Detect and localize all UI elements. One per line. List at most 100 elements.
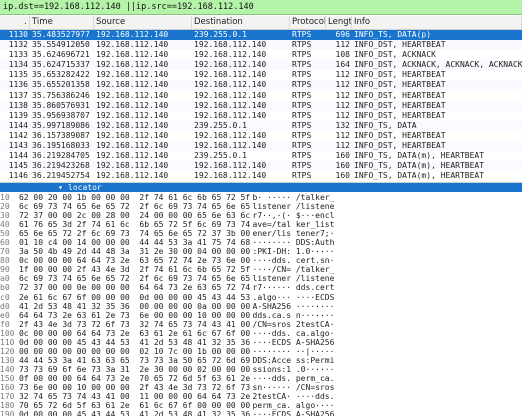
column-header-protocol[interactable]: Protocol — [290, 16, 326, 29]
hex-offset[interactable]: 30 — [0, 211, 15, 220]
column-header-destination[interactable]: Destination — [192, 16, 290, 29]
hex-bytes[interactable]: 73 6e 00 00 10 00 00 00 2f 43 4e 3d 73 7… — [15, 383, 251, 392]
packet-row[interactable]: 1137 35.756386246 192.168.112.140 192.168.1… — [0, 91, 522, 101]
hex-offset[interactable]: 190 — [0, 410, 15, 416]
hex-ascii[interactable]: r7······ dds.cert — [251, 283, 522, 292]
hex-offset[interactable]: 150 — [0, 374, 15, 383]
hex-bytes[interactable]: 0c 00 00 00 64 64 73 2e 63 65 72 74 2e 7… — [15, 256, 251, 265]
hex-ascii[interactable]: ····dds. perm_ca. — [251, 374, 522, 383]
hex-offset[interactable]: 50 — [0, 229, 15, 238]
packet-row[interactable]: 1133 35.624696721 192.168.112.140 192.168.1… — [0, 50, 522, 60]
column-header-length[interactable]: Length — [326, 16, 352, 29]
hex-ascii[interactable]: ave=/tal ker_list — [251, 220, 522, 229]
hex-bytes[interactable]: 1f 00 00 00 2f 43 4e 3d 2f 74 61 6c 6b 6… — [15, 265, 251, 274]
packet-row[interactable]: 1132 35.554912050 192.168.112.140 192.168.1… — [0, 40, 522, 51]
packet-detail-selected-row[interactable]: ▾ locator — [0, 183, 522, 192]
column-header-info[interactable]: Info — [352, 16, 522, 29]
hex-bytes[interactable]: 64 64 73 2e 63 61 2e 73 6e 00 00 00 10 0… — [15, 311, 251, 320]
packet-row[interactable]: 1146 36.219452754 192.168.112.140 192.168.1… — [0, 171, 522, 181]
hex-ascii[interactable]: ssions:1 .0······ — [251, 365, 522, 374]
hex-offset[interactable]: 90 — [0, 265, 15, 274]
hex-offset[interactable]: 180 — [0, 401, 15, 410]
display-filter-bar[interactable] — [0, 0, 522, 15]
hex-ascii[interactable]: listener /listene — [251, 202, 522, 211]
packet-row[interactable]: 1142 36.157389087 192.168.112.140 192.168.1… — [0, 131, 522, 141]
hex-ascii[interactable]: :PKI-DH: 1.0····· — [251, 247, 522, 256]
hex-ascii[interactable]: DDS:Acce ss:Permi — [251, 356, 522, 365]
packet-row[interactable]: 1144 36.219284705 192.168.112.140 239.255.0… — [0, 151, 522, 161]
packet-row[interactable]: 1143 36.195168033 192.168.112.140 192.168.1… — [0, 141, 522, 152]
hex-bytes[interactable]: 6c 69 73 74 65 6e 65 72 2f 6c 69 73 74 6… — [15, 202, 251, 211]
hex-bytes[interactable]: 01 10 c4 00 14 00 00 00 44 44 53 3a 41 7… — [15, 238, 251, 247]
display-filter-input[interactable] — [0, 0, 503, 14]
hex-bytes[interactable]: 6c 69 73 74 65 6e 65 72 2f 6c 69 73 74 6… — [15, 274, 251, 283]
hex-bytes[interactable]: 70 65 72 6d 5f 63 61 2e 61 6c 67 6f 00 0… — [15, 401, 251, 410]
hex-bytes[interactable]: 2e 61 6c 67 6f 00 00 00 0d 00 00 00 45 4… — [15, 293, 251, 302]
hex-ascii[interactable]: 2testCA· ····dds. — [251, 392, 522, 401]
hex-offset[interactable]: 130 — [0, 356, 15, 365]
hex-bytes[interactable]: 0d 00 00 00 45 43 44 53 41 2d 53 48 41 3… — [15, 338, 251, 347]
hex-bytes[interactable]: 61 76 65 3d 2f 74 61 6c 6b 65 72 5f 6c 6… — [15, 220, 251, 229]
expand-arrow-icon[interactable]: ▾ — [58, 183, 63, 192]
hex-offset[interactable]: 80 — [0, 256, 15, 265]
hex-bytes[interactable]: 72 37 00 00 0e 00 00 00 64 64 73 2e 63 6… — [15, 283, 251, 292]
hex-offset[interactable]: 120 — [0, 347, 15, 356]
column-header-no[interactable]: . — [0, 16, 30, 29]
hex-ascii[interactable]: b· ····· /talker_ — [251, 193, 522, 202]
hex-ascii[interactable]: sn······ /CN=sros — [251, 383, 522, 392]
packet-row[interactable]: 1138 35.860576931 192.168.112.140 192.168.1… — [0, 100, 522, 111]
hex-bytes[interactable]: 62 00 20 00 1b 00 00 00 2f 74 61 6c 6b 6… — [15, 193, 251, 202]
hex-offset[interactable]: e0 — [0, 311, 15, 320]
hex-bytes[interactable]: 72 37 00 00 2c 00 28 00 24 00 00 00 65 6… — [15, 211, 251, 220]
hex-offset[interactable]: 140 — [0, 365, 15, 374]
packet-list[interactable]: . Time Source Destination Protocol Lengt… — [0, 16, 522, 182]
hex-bytes[interactable]: 73 73 69 6f 6e 73 3a 31 2e 30 00 00 02 0… — [15, 365, 251, 374]
hex-offset[interactable]: 170 — [0, 392, 15, 401]
hex-ascii[interactable]: A-SHA256 ········ — [251, 302, 522, 311]
packet-row[interactable]: 1135 35.653282422 192.168.112.140 192.168.1… — [0, 70, 522, 80]
hex-offset[interactable]: a0 — [0, 274, 15, 283]
packet-row[interactable]: 1136 35.655201358 192.168.112.140 192.168.1… — [0, 80, 522, 91]
hex-bytes[interactable]: 65 6e 65 72 2f 6c 69 73 74 65 6e 65 72 3… — [15, 229, 251, 238]
hex-bytes[interactable]: 44 44 53 3a 41 63 63 65 73 73 3a 50 65 7… — [15, 356, 251, 365]
hex-bytes[interactable]: 0f 00 00 00 64 64 73 2e 70 65 72 6d 5f 6… — [15, 374, 251, 383]
hex-bytes[interactable]: 2f 43 4e 3d 73 72 6f 73 32 74 65 73 74 4… — [15, 320, 251, 329]
hex-offset[interactable]: 40 — [0, 220, 15, 229]
hex-ascii[interactable]: ········ DDS:Auth — [251, 238, 522, 247]
hex-ascii[interactable]: ····/CN= /talker_ — [251, 265, 522, 274]
hex-offset[interactable]: c0 — [0, 293, 15, 302]
column-header-time[interactable]: Time — [30, 16, 94, 29]
hex-offset[interactable]: 110 — [0, 338, 15, 347]
hex-dump-pane[interactable]: 10 62 00 20 00 1b 00 00 00 2f 74 61 6c 6b… — [0, 193, 522, 416]
hex-ascii[interactable]: r7··,·(· $···encl — [251, 211, 522, 220]
hex-ascii[interactable]: ····dds. cert.sn· — [251, 256, 522, 265]
hex-ascii[interactable]: perm_ca. algo···· — [251, 401, 522, 410]
hex-ascii[interactable]: ········ ··|····· — [251, 347, 522, 356]
hex-bytes[interactable]: 00 00 00 00 00 00 00 00 02 10 7c 00 1b 0… — [15, 347, 251, 356]
hex-offset[interactable]: 160 — [0, 383, 15, 392]
hex-bytes[interactable]: 0c 00 00 00 64 64 73 2e 63 61 2e 61 6c 6… — [15, 329, 251, 338]
hex-ascii[interactable]: ····ECDS A-SHA256 — [251, 410, 522, 416]
packet-row[interactable]: 1144 35.997189086 192.168.112.140 239.255.0… — [0, 120, 522, 131]
packet-row-selected[interactable]: 1130 35.483527977 192.168.112.140 239.255.0… — [0, 30, 522, 41]
hex-ascii[interactable]: dds.ca.s n······· — [251, 311, 522, 320]
hex-offset[interactable]: 70 — [0, 247, 15, 256]
column-header-source[interactable]: Source — [94, 16, 192, 29]
hex-offset[interactable]: d0 — [0, 302, 15, 311]
hex-offset[interactable]: f0 — [0, 320, 15, 329]
hex-bytes[interactable]: 0d 00 00 00 45 43 44 53 41 2d 53 48 41 3… — [15, 410, 251, 416]
hex-offset[interactable]: 100 — [0, 329, 15, 338]
packet-row[interactable]: 1139 35.956938707 192.168.112.140 192.168.1… — [0, 111, 522, 121]
hex-ascii[interactable]: listener /listene — [251, 274, 522, 283]
packet-row[interactable]: 1134 35.624715337 192.168.112.140 192.168.1… — [0, 60, 522, 71]
hex-ascii[interactable]: .algo··· ····ECDS — [251, 293, 522, 302]
hex-ascii[interactable]: ····dds. ca.algo· — [251, 329, 522, 338]
hex-offset[interactable]: b0 — [0, 283, 15, 292]
packet-row[interactable]: 1145 36.219423268 192.168.112.140 192.168.1… — [0, 161, 522, 172]
hex-bytes[interactable]: 3a 50 4b 49 2d 44 48 3a 31 2e 30 00 04 0… — [15, 247, 251, 256]
hex-bytes[interactable]: 32 74 65 73 74 43 41 00 11 00 00 00 64 6… — [15, 392, 251, 401]
hex-ascii[interactable]: ener/lis tener7;· — [251, 229, 522, 238]
hex-bytes[interactable]: 41 2d 53 48 41 32 35 36 00 00 00 00 0a 0… — [15, 302, 251, 311]
hex-ascii[interactable]: ····ECDS A-SHA256 — [251, 338, 522, 347]
hex-offset[interactable]: 10 — [0, 193, 15, 202]
